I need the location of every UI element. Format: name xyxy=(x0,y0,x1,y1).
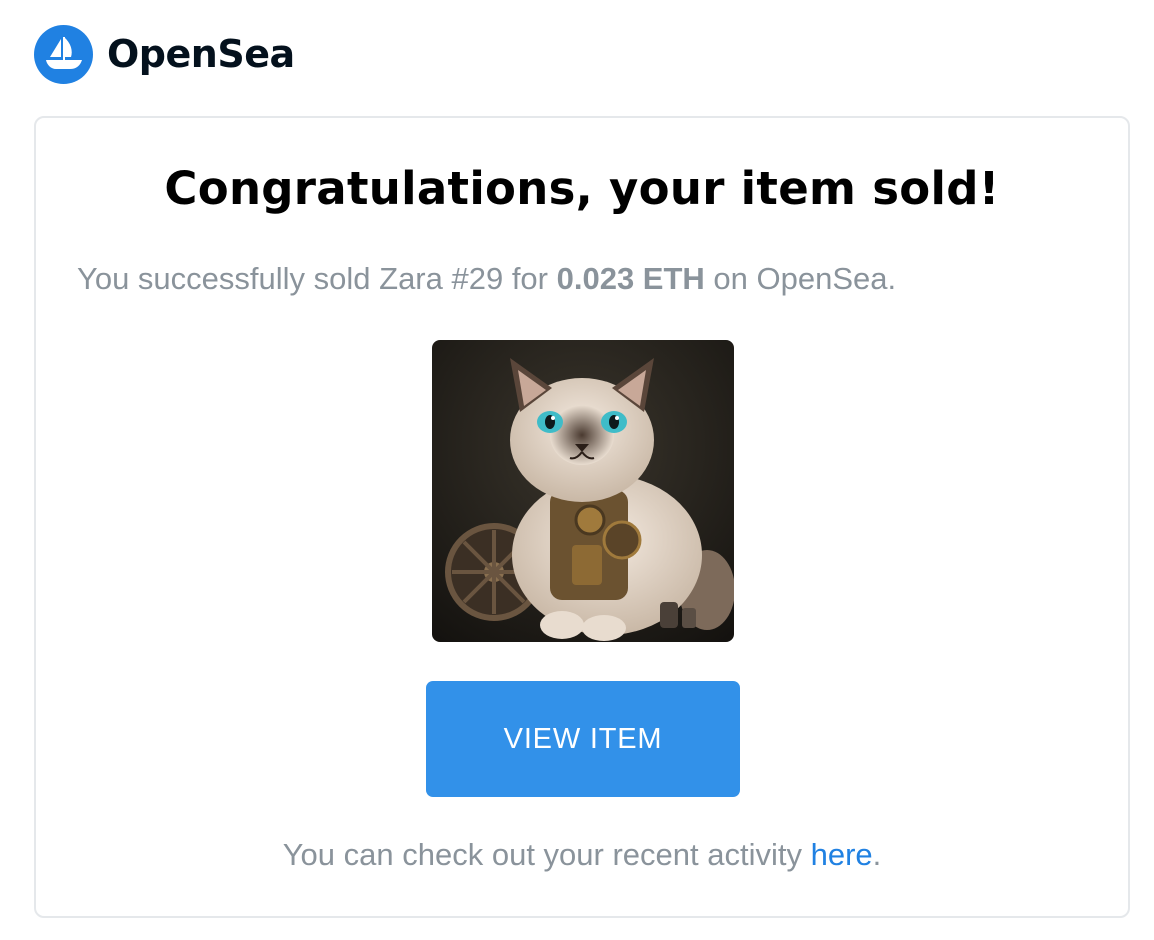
header: OpenSea xyxy=(34,24,295,84)
sale-message: You successfully sold Zara #29 for 0.023… xyxy=(77,261,896,297)
recent-activity-text: You can check out your recent activity h… xyxy=(36,837,1128,873)
brand-name[interactable]: OpenSea xyxy=(107,32,295,76)
recent-activity-link[interactable]: here xyxy=(811,837,873,872)
nft-image[interactable] xyxy=(432,340,734,642)
message-prefix: You successfully sold Zara #29 for xyxy=(77,261,557,296)
footer-suffix: . xyxy=(872,837,882,872)
sale-price: 0.023 ETH xyxy=(556,261,705,296)
view-item-button[interactable]: VIEW ITEM xyxy=(426,681,740,797)
page-title: Congratulations, your item sold! xyxy=(164,162,1000,215)
email-card: Congratulations, your item sold! You suc… xyxy=(34,116,1130,918)
opensea-logo-icon[interactable] xyxy=(34,24,93,84)
cat-illustration-icon xyxy=(432,340,734,642)
footer-prefix: You can check out your recent activity xyxy=(282,837,811,872)
message-suffix: on OpenSea. xyxy=(704,261,897,296)
sailboat-icon xyxy=(45,37,82,69)
